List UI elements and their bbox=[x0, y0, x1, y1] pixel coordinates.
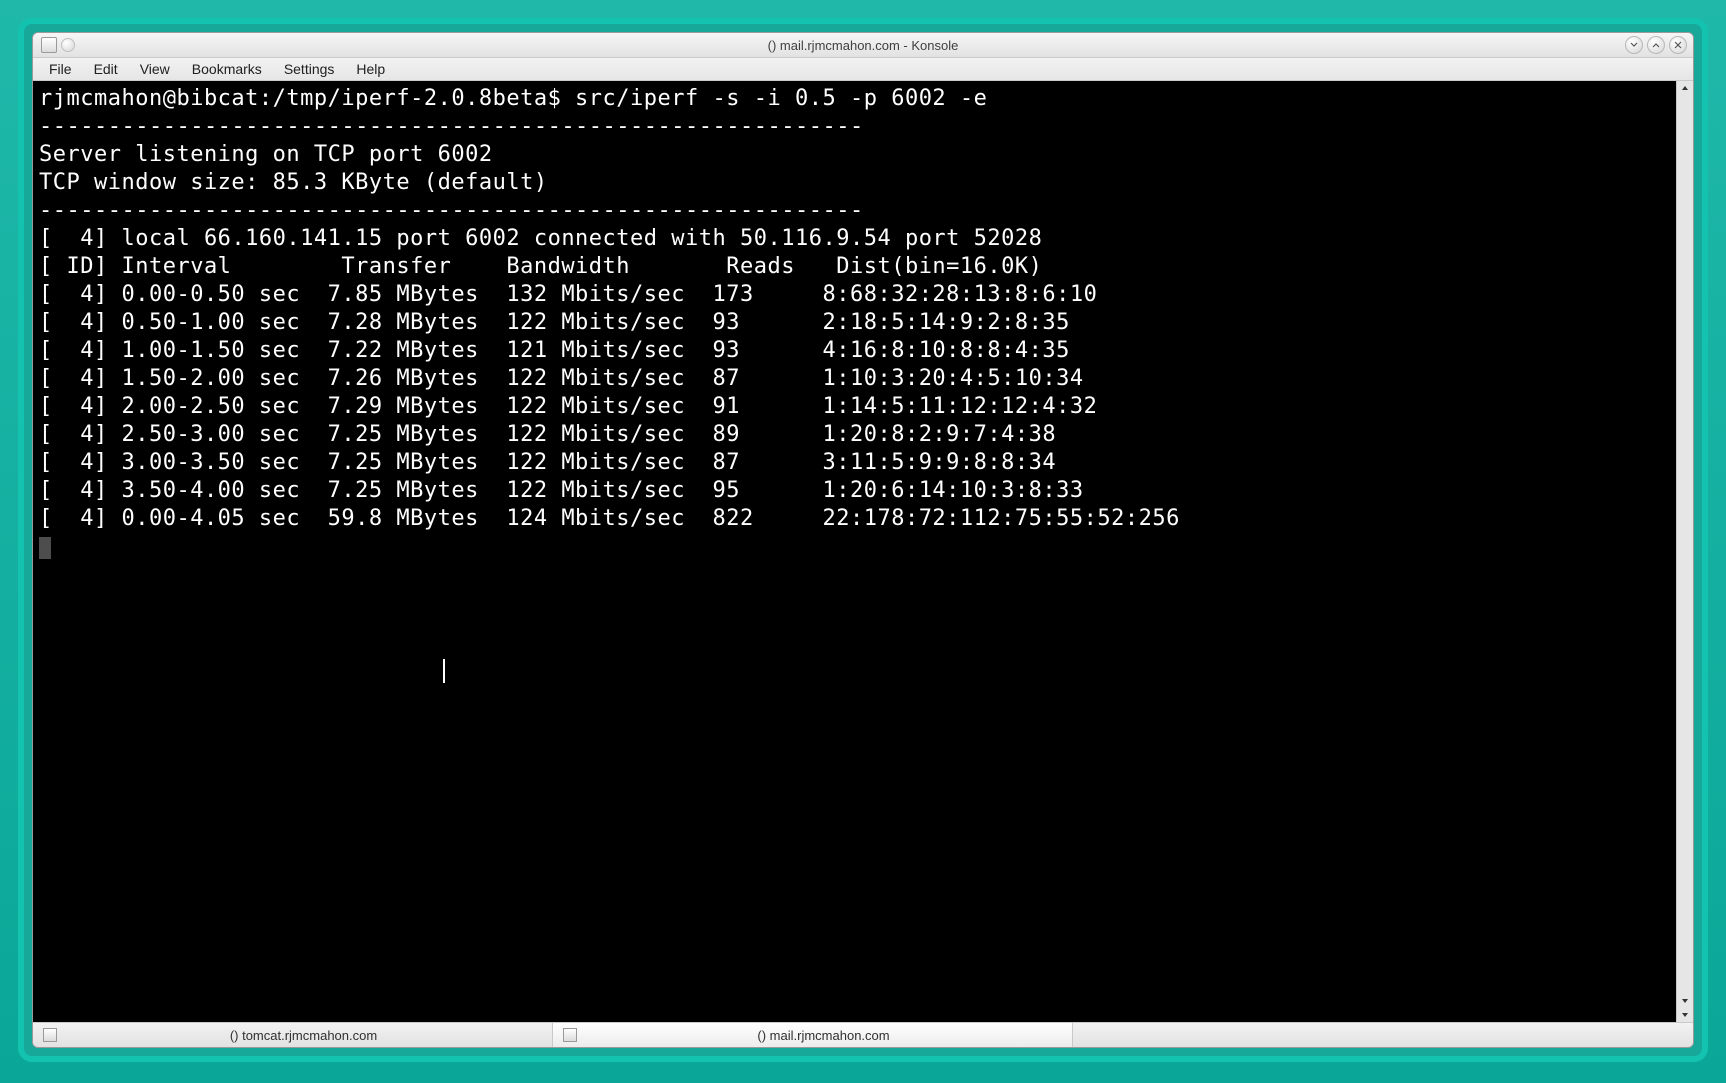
session-tab-1[interactable]: () mail.rjmcmahon.com bbox=[553, 1023, 1073, 1047]
terminal-icon bbox=[43, 1028, 57, 1042]
menu-item-file[interactable]: File bbox=[39, 59, 82, 79]
window-app-icon bbox=[41, 37, 57, 53]
terminal-icon bbox=[563, 1028, 577, 1042]
menu-item-settings[interactable]: Settings bbox=[274, 59, 345, 79]
scrollbar-track[interactable] bbox=[1677, 95, 1693, 994]
menu-item-help[interactable]: Help bbox=[346, 59, 395, 79]
konsole-window: () mail.rjmcmahon.com - Konsole FileEdit… bbox=[32, 32, 1694, 1048]
menu-bar: FileEditViewBookmarksSettingsHelp bbox=[33, 58, 1693, 81]
scroll-up-icon[interactable] bbox=[1678, 81, 1692, 95]
menu-item-edit[interactable]: Edit bbox=[84, 59, 128, 79]
tab-label: () tomcat.rjmcmahon.com bbox=[65, 1028, 542, 1043]
menu-item-view[interactable]: View bbox=[130, 59, 180, 79]
terminal-cursor bbox=[39, 537, 51, 559]
window-extra-icon bbox=[61, 38, 75, 52]
terminal-output[interactable]: rjmcmahon@bibcat:/tmp/iperf-2.0.8beta$ s… bbox=[33, 81, 1676, 1022]
minimize-button[interactable] bbox=[1625, 36, 1643, 54]
window-title: () mail.rjmcmahon.com - Konsole bbox=[33, 38, 1693, 53]
tab-bar: () tomcat.rjmcmahon.com () mail.rjmcmahon… bbox=[33, 1022, 1693, 1047]
title-bar: () mail.rjmcmahon.com - Konsole bbox=[33, 33, 1693, 58]
scroll-down-icon-2[interactable] bbox=[1678, 1008, 1692, 1022]
tab-label: () mail.rjmcmahon.com bbox=[585, 1028, 1062, 1043]
session-tab-0[interactable]: () tomcat.rjmcmahon.com bbox=[33, 1023, 553, 1047]
close-button[interactable] bbox=[1669, 36, 1687, 54]
vertical-scrollbar[interactable] bbox=[1676, 81, 1693, 1022]
maximize-button[interactable] bbox=[1647, 36, 1665, 54]
menu-item-bookmarks[interactable]: Bookmarks bbox=[182, 59, 272, 79]
terminal-viewport[interactable]: rjmcmahon@bibcat:/tmp/iperf-2.0.8beta$ s… bbox=[33, 81, 1693, 1022]
scroll-down-icon[interactable] bbox=[1678, 994, 1692, 1008]
